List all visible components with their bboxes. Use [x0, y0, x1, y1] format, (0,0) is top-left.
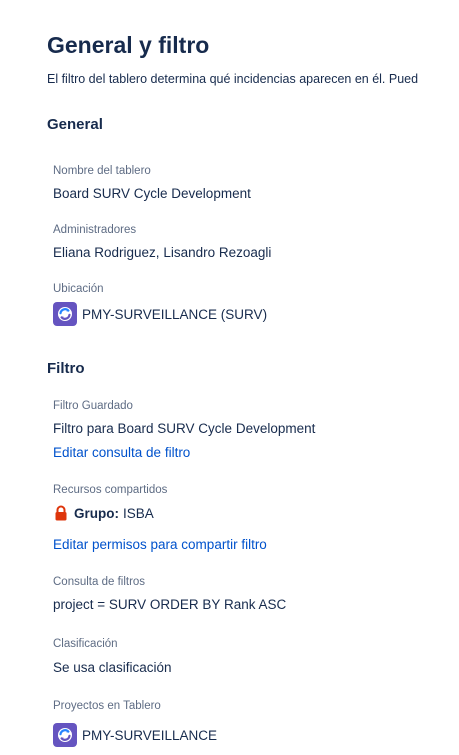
- board-project-value: PMY-SURVEILLANCE: [82, 727, 218, 743]
- ranking-label: Clasificación: [53, 638, 118, 650]
- shares-label: Recursos compartidos: [53, 484, 168, 496]
- board-name-label: Nombre del tablero: [53, 165, 151, 177]
- saved-filter-value: Filtro para Board SURV Cycle Development: [53, 421, 316, 436]
- page-description: El filtro del tablero determina qué inci…: [47, 72, 419, 86]
- location-project[interactable]: PMY-SURVEILLANCE (SURV): [53, 302, 267, 326]
- filter-query-value: project = SURV ORDER BY Rank ASC: [53, 597, 287, 612]
- board-project-item[interactable]: PMY-SURVEILLANCE: [53, 723, 217, 747]
- administrators-label: Administradores: [53, 224, 137, 236]
- share-type-label: Grupo:: [74, 505, 119, 521]
- location-label: Ubicación: [53, 283, 104, 295]
- ranking-value: Se usa clasificación: [53, 660, 172, 675]
- edit-filter-query-link[interactable]: Editar consulta de filtro: [53, 445, 190, 460]
- board-projects-label: Proyectos en Tablero: [53, 700, 161, 712]
- share-entry: Grupo: ISBA: [53, 505, 154, 521]
- administrators-value: Eliana Rodriguez, Lisandro Rezoagli: [53, 245, 272, 260]
- lock-icon: [53, 505, 69, 521]
- filter-query-label: Consulta de filtros: [53, 576, 146, 588]
- section-title-filter: Filtro: [47, 360, 85, 377]
- page-title: General y filtro: [47, 32, 210, 58]
- section-title-general: General: [47, 116, 103, 133]
- project-avatar-icon: [53, 723, 77, 747]
- edit-share-permissions-link[interactable]: Editar permisos para compartir filtro: [53, 537, 267, 552]
- share-group-value: ISBA: [123, 505, 154, 521]
- board-name-value: Board SURV Cycle Development: [53, 186, 251, 201]
- location-value: PMY-SURVEILLANCE (SURV): [82, 306, 268, 322]
- saved-filter-label: Filtro Guardado: [53, 400, 133, 412]
- project-avatar-icon: [53, 302, 77, 326]
